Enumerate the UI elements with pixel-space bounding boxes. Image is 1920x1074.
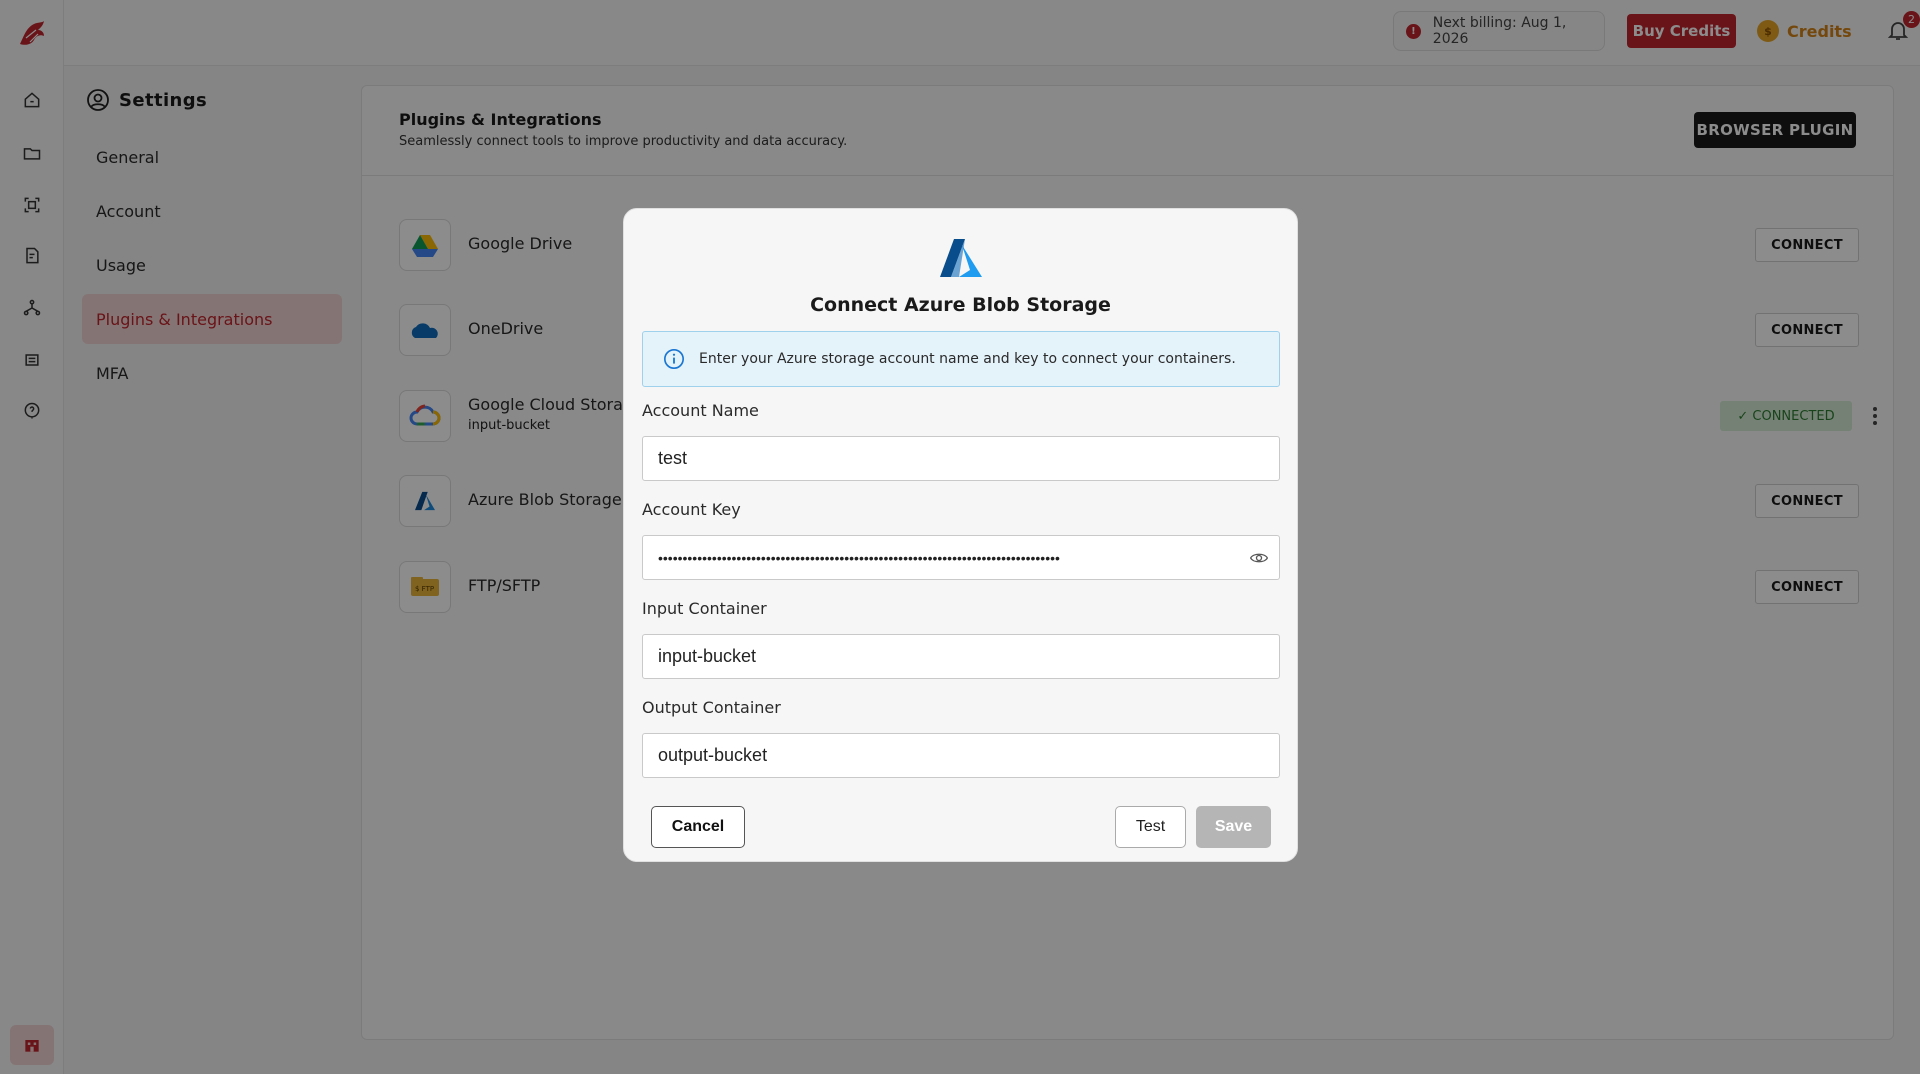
azure-connect-dialog: Connect Azure Blob Storage Enter your Az…: [623, 208, 1298, 862]
azure-logo-icon: [939, 237, 983, 279]
info-icon: [664, 349, 684, 369]
account-key-value: ••••••••••••••••••••••••••••••••••••••••…: [658, 549, 1060, 566]
dialog-title: Connect Azure Blob Storage: [810, 294, 1111, 316]
account-name-input[interactable]: test: [642, 436, 1280, 481]
save-button[interactable]: Save: [1196, 806, 1271, 848]
info-text: Enter your Azure storage account name an…: [699, 351, 1236, 367]
output-container-input[interactable]: output-bucket: [642, 733, 1280, 778]
input-container-input[interactable]: input-bucket: [642, 634, 1280, 679]
test-button[interactable]: Test: [1115, 806, 1186, 848]
output-container-label: Output Container: [642, 698, 781, 717]
account-key-input[interactable]: ••••••••••••••••••••••••••••••••••••••••…: [642, 535, 1280, 580]
input-container-label: Input Container: [642, 599, 767, 618]
info-banner: Enter your Azure storage account name an…: [642, 331, 1280, 387]
show-password-eye-icon[interactable]: [1249, 548, 1269, 568]
account-name-label: Account Name: [642, 401, 759, 420]
cancel-button[interactable]: Cancel: [651, 806, 745, 848]
account-key-label: Account Key: [642, 500, 741, 519]
